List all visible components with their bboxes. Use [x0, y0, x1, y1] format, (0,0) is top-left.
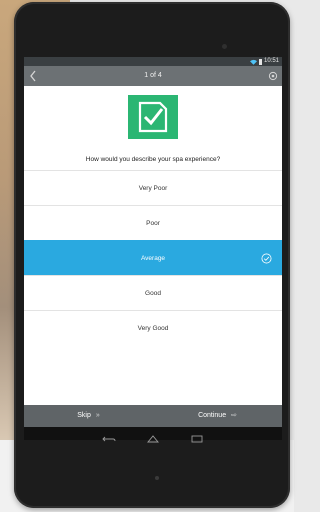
app-screen: 10:51 1 of 4 How would you describe your…: [24, 57, 282, 427]
recents-nav-icon[interactable]: [190, 430, 204, 442]
sensor-dot: [155, 476, 159, 480]
option-label: Good: [145, 290, 161, 297]
option-average[interactable]: Average: [24, 240, 282, 275]
back-nav-icon[interactable]: [102, 430, 116, 441]
survey-logo: [128, 95, 178, 139]
survey-footer: Skip » Continue ⇨: [24, 405, 282, 427]
option-good[interactable]: Good: [24, 275, 282, 310]
continue-button[interactable]: Continue ⇨: [153, 405, 282, 427]
option-label: Very Poor: [138, 185, 168, 192]
survey-header: 1 of 4: [24, 66, 282, 86]
continue-label: Continue: [198, 412, 227, 419]
answer-options: Very Poor Poor Average Good Very Good: [24, 170, 282, 345]
status-bar: 10:51: [24, 57, 282, 66]
option-poor[interactable]: Poor: [24, 205, 282, 240]
document-check-icon: [138, 101, 168, 133]
option-very-poor[interactable]: Very Poor: [24, 170, 282, 205]
option-label: Very Good: [137, 325, 169, 332]
option-label: Poor: [146, 220, 160, 227]
home-nav-icon[interactable]: [146, 430, 160, 442]
camera-icon: [222, 44, 227, 49]
skip-arrow-icon: »: [95, 412, 100, 419]
skip-button[interactable]: Skip »: [24, 405, 153, 427]
survey-question: How would you describe your spa experien…: [85, 156, 221, 163]
android-navigation-bar: [24, 427, 282, 442]
status-time: 10:51: [263, 58, 279, 64]
skip-label: Skip: [77, 412, 91, 419]
settings-icon[interactable]: [268, 71, 278, 81]
continue-arrow-icon: ⇨: [231, 412, 237, 419]
option-very-good[interactable]: Very Good: [24, 310, 282, 345]
check-icon: [261, 253, 272, 264]
wifi-icon: [249, 59, 257, 65]
progress-indicator: 1 of 4: [144, 72, 162, 79]
battery-icon: [258, 58, 262, 65]
option-label: Average: [140, 255, 166, 262]
status-icons: 10:51: [249, 57, 279, 66]
